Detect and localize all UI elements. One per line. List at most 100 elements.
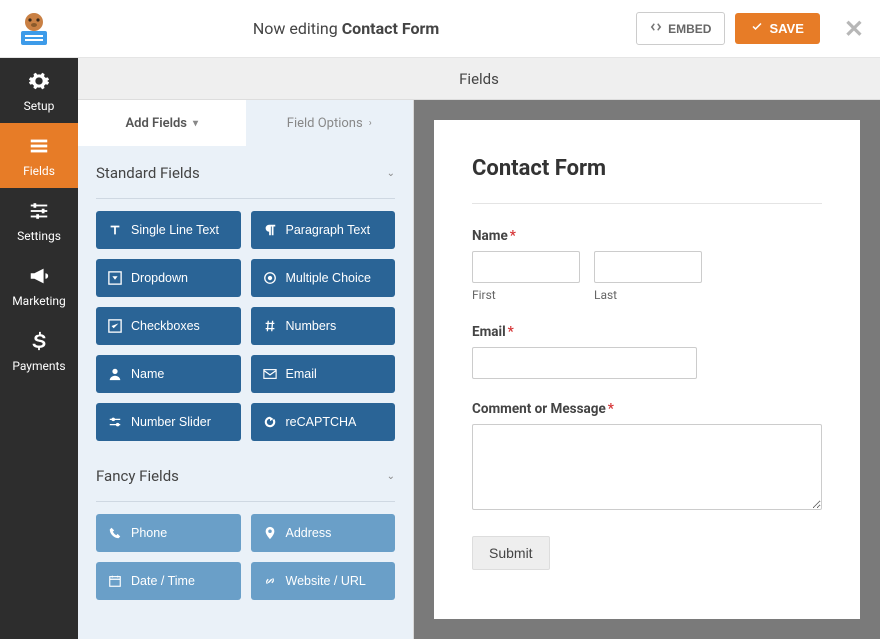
field-recaptcha[interactable]: reCAPTCHA xyxy=(251,403,396,441)
page-title: Now editing Contact Form xyxy=(56,19,636,38)
field-name[interactable]: Name xyxy=(96,355,241,393)
dot-circle-icon xyxy=(263,271,277,285)
group-fancy-header[interactable]: Fancy Fields ⌄ xyxy=(78,449,413,493)
embed-button[interactable]: EMBED xyxy=(636,12,725,45)
field-label: Number Slider xyxy=(131,415,211,429)
google-icon xyxy=(263,415,277,429)
sliders-icon xyxy=(0,200,78,225)
field-phone[interactable]: Phone xyxy=(96,514,241,552)
field-address[interactable]: Address xyxy=(251,514,396,552)
field-label: Multiple Choice xyxy=(286,271,371,285)
field-label: Name xyxy=(131,367,164,381)
close-icon[interactable]: ✕ xyxy=(830,15,868,43)
field-label: Date / Time xyxy=(131,574,195,588)
last-name-input[interactable] xyxy=(594,251,702,283)
sidebar-item-fields[interactable]: Fields xyxy=(0,123,78,188)
preview-pane: Contact Form Name* First Last xyxy=(414,100,880,639)
editing-prefix: Now editing xyxy=(253,19,342,38)
comment-label: Comment or Message* xyxy=(472,401,822,417)
tab-add-fields[interactable]: Add Fields ▾ xyxy=(78,100,246,146)
tab-field-options[interactable]: Field Options › xyxy=(246,100,414,146)
topbar: Now editing Contact Form EMBED SAVE ✕ xyxy=(0,0,880,58)
field-label: Single Line Text xyxy=(131,223,219,237)
chevron-right-icon: › xyxy=(369,118,372,129)
phone-icon xyxy=(108,526,122,540)
list-icon xyxy=(0,135,78,160)
sidebar-label: Payments xyxy=(12,359,65,373)
form-title: Contact Form xyxy=(472,156,822,203)
gear-icon xyxy=(0,70,78,95)
field-paragraph-text[interactable]: Paragraph Text xyxy=(251,211,396,249)
sliders-h-icon xyxy=(108,415,122,429)
main-area: Fields Add Fields ▾ Field Options › S xyxy=(78,58,880,639)
field-email[interactable]: Email xyxy=(251,355,396,393)
sidebar-label: Settings xyxy=(17,229,61,243)
field-label: reCAPTCHA xyxy=(286,415,357,429)
field-checkboxes[interactable]: Checkboxes xyxy=(96,307,241,345)
fancy-fields-grid: Phone Address Date / Time Website / URL xyxy=(78,514,413,608)
field-email-preview[interactable]: Email* xyxy=(472,324,822,379)
field-label: Website / URL xyxy=(286,574,366,588)
field-website-url[interactable]: Website / URL xyxy=(251,562,396,600)
section-header: Fields xyxy=(78,58,880,100)
field-dropdown[interactable]: Dropdown xyxy=(96,259,241,297)
field-numbers[interactable]: Numbers xyxy=(251,307,396,345)
first-name-input[interactable] xyxy=(472,251,580,283)
field-label: Numbers xyxy=(286,319,337,333)
check-square-icon xyxy=(108,319,122,333)
chevron-down-icon: ⌄ xyxy=(387,168,395,179)
field-label: Phone xyxy=(131,526,167,540)
field-date-time[interactable]: Date / Time xyxy=(96,562,241,600)
app-logo xyxy=(12,11,56,47)
save-button[interactable]: SAVE xyxy=(735,13,819,44)
field-name-preview[interactable]: Name* First Last xyxy=(472,228,822,302)
editing-form-name: Contact Form xyxy=(342,19,440,38)
first-sublabel: First xyxy=(472,288,580,302)
section-title: Fields xyxy=(459,70,499,88)
sidebar-label: Marketing xyxy=(12,294,66,308)
name-label: Name* xyxy=(472,228,822,244)
field-label: Paragraph Text xyxy=(286,223,371,237)
field-label: Dropdown xyxy=(131,271,188,285)
top-actions: EMBED SAVE ✕ xyxy=(636,12,868,45)
chevron-down-icon: ⌄ xyxy=(387,471,395,482)
bullhorn-icon xyxy=(0,265,78,290)
required-marker: * xyxy=(508,324,514,340)
panel-tabs: Add Fields ▾ Field Options › xyxy=(78,100,413,146)
email-input[interactable] xyxy=(472,347,697,379)
field-label: Address xyxy=(286,526,332,540)
field-number-slider[interactable]: Number Slider xyxy=(96,403,241,441)
sidebar-item-settings[interactable]: Settings xyxy=(0,188,78,253)
fields-panel[interactable]: Add Fields ▾ Field Options › Standard Fi… xyxy=(78,100,414,639)
sidebar-label: Setup xyxy=(24,99,55,113)
group-standard-header[interactable]: Standard Fields ⌄ xyxy=(78,146,413,190)
sidebar-item-marketing[interactable]: Marketing xyxy=(0,253,78,318)
map-marker-icon xyxy=(263,526,277,540)
caret-square-icon xyxy=(108,271,122,285)
required-marker: * xyxy=(608,401,614,417)
sidebar-label: Fields xyxy=(23,164,55,178)
divider xyxy=(96,501,395,502)
sidebar-item-setup[interactable]: Setup xyxy=(0,58,78,123)
last-sublabel: Last xyxy=(594,288,702,302)
envelope-icon xyxy=(263,367,277,381)
tab-label: Field Options xyxy=(287,116,363,131)
group-title: Fancy Fields xyxy=(96,467,179,485)
submit-button[interactable]: Submit xyxy=(472,536,550,570)
link-icon xyxy=(263,574,277,588)
user-icon xyxy=(108,367,122,381)
save-label: SAVE xyxy=(769,21,803,36)
code-icon xyxy=(650,21,662,36)
sidebar-item-payments[interactable]: Payments xyxy=(0,318,78,383)
check-icon xyxy=(751,21,763,36)
field-comment-preview[interactable]: Comment or Message* xyxy=(472,401,822,514)
paragraph-icon xyxy=(263,223,277,237)
comment-textarea[interactable] xyxy=(472,424,822,510)
field-single-line-text[interactable]: Single Line Text xyxy=(96,211,241,249)
email-label: Email* xyxy=(472,324,822,340)
embed-label: EMBED xyxy=(668,22,711,36)
field-multiple-choice[interactable]: Multiple Choice xyxy=(251,259,396,297)
dollar-icon xyxy=(0,330,78,355)
form-preview[interactable]: Contact Form Name* First Last xyxy=(434,120,860,619)
tab-label: Add Fields xyxy=(126,116,187,131)
